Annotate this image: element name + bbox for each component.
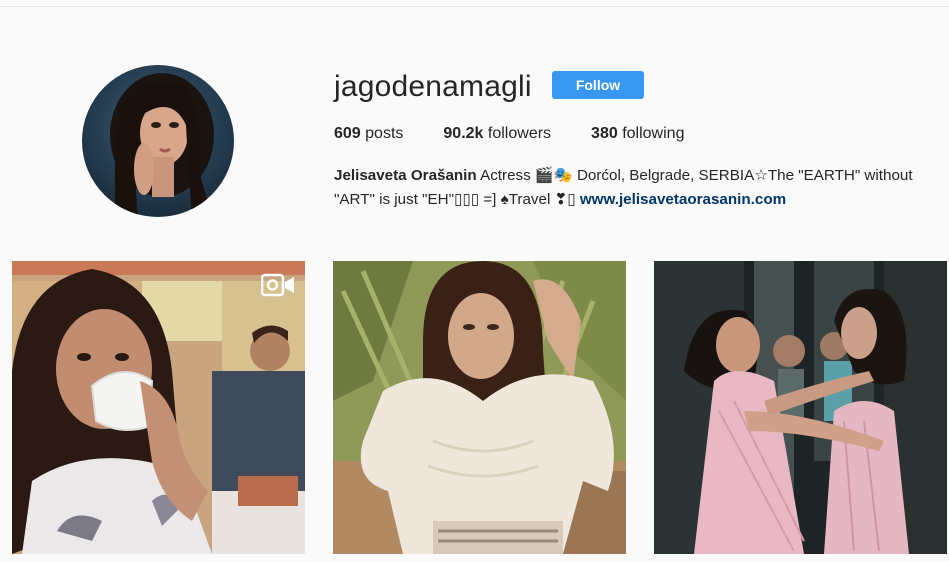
video-camera-icon	[261, 273, 294, 297]
profile-stats: 609 posts 90.2k followers 380 following	[334, 124, 724, 144]
bio-text-1: Actress 🎬🎭 Dorćol, Belgrade, SERBIA☆The …	[476, 167, 913, 184]
profile-avatar[interactable]	[82, 65, 234, 217]
following-count: 380	[591, 125, 618, 142]
follow-button[interactable]: Follow	[552, 71, 644, 99]
profile-username: jagodenamagli	[334, 70, 532, 103]
bio-line-2: "ART" is just "EH"▯▯▯ =] ♠Travel ❣▯ www.…	[334, 188, 924, 212]
post-2-image	[333, 261, 626, 554]
bio-line-1: Jelisaveta Orašanin Actress 🎬🎭 Dorćol, B…	[334, 164, 924, 188]
bio-website-link[interactable]: www.jelisavetaorasanin.com	[580, 191, 786, 208]
followers-count: 90.2k	[443, 125, 484, 142]
following-stat[interactable]: 380 following	[591, 124, 684, 144]
posts-label: posts	[365, 125, 404, 142]
post-1-image	[12, 261, 305, 554]
posts-count: 609	[334, 125, 361, 142]
followers-stat[interactable]: 90.2k followers	[443, 124, 551, 144]
bio-full-name: Jelisaveta Orašanin	[334, 167, 477, 184]
bio-text-2: "ART" is just "EH"▯▯▯ =] ♠Travel ❣▯	[334, 191, 580, 208]
post-3-image	[654, 261, 947, 554]
following-label: following	[622, 125, 685, 142]
post-thumbnail-3[interactable]	[654, 261, 947, 554]
avatar-image	[82, 65, 234, 217]
post-thumbnail-2[interactable]	[333, 261, 626, 554]
posts-stat: 609 posts	[334, 124, 403, 144]
followers-label: followers	[487, 125, 552, 142]
post-thumbnail-1[interactable]	[12, 261, 305, 554]
profile-bio: Jelisaveta Orašanin Actress 🎬🎭 Dorćol, B…	[334, 164, 924, 212]
header-divider	[0, 6, 949, 7]
